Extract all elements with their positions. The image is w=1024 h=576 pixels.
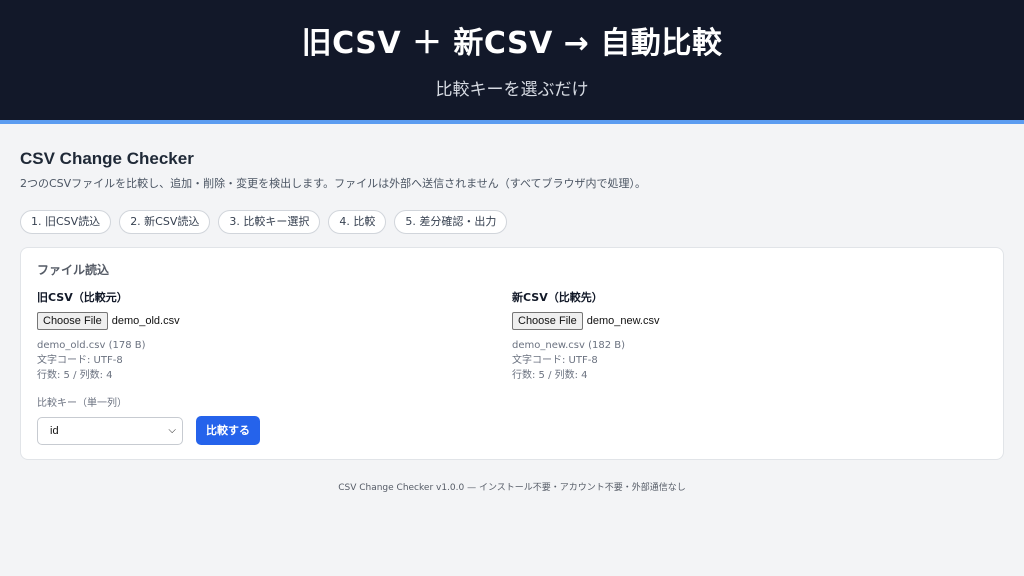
compare-key-value: id <box>50 424 59 437</box>
page-title: CSV Change Checker <box>20 149 194 168</box>
old-file-info: demo_old.csv (178 B) <box>37 340 146 351</box>
hero-title: 旧CSV ＋ 新CSV → 自動比較 <box>301 26 723 61</box>
new-csv-label: 新CSV（比較先） <box>512 291 603 304</box>
compare-button[interactable]: 比較する <box>196 416 260 445</box>
old-csv-column: 旧CSV（比較元） Choose File demo_old.csv demo_… <box>37 290 512 383</box>
old-choose-file-button[interactable]: Choose File <box>37 312 108 330</box>
old-file-name: demo_old.csv <box>111 315 180 327</box>
old-file-counts: 行数: 5 / 列数: 4 <box>37 370 113 381</box>
card-title: ファイル読込 <box>37 263 110 277</box>
step-4-compare[interactable]: 4. 比較 <box>328 210 387 234</box>
new-csv-file-input: Choose File demo_new.csv <box>512 312 987 330</box>
step-1-load-old[interactable]: 1. 旧CSV読込 <box>20 210 112 234</box>
page-description: 2つのCSVファイルを比較し、追加・削除・変更を検出します。ファイルは外部へ送信… <box>20 177 647 190</box>
main-content: CSV Change Checker 2つのCSVファイルを比較し、追加・削除・… <box>0 148 1024 495</box>
compare-key-label: 比較キー（単一列） <box>37 398 127 409</box>
step-5-review-export[interactable]: 5. 差分確認・出力 <box>394 210 508 234</box>
new-file-encoding: 文字コード: UTF-8 <box>512 355 598 366</box>
hero-banner: 旧CSV ＋ 新CSV → 自動比較 比較キーを選ぶだけ <box>0 0 1024 124</box>
step-2-load-new[interactable]: 2. 新CSV読込 <box>119 210 211 234</box>
new-file-name: demo_new.csv <box>586 315 660 327</box>
chevron-down-icon: ⌵ <box>168 424 176 436</box>
new-csv-column: 新CSV（比較先） Choose File demo_new.csv demo_… <box>512 290 987 383</box>
new-file-counts: 行数: 5 / 列数: 4 <box>512 370 588 381</box>
file-load-card: ファイル読込 旧CSV（比較元） Choose File demo_old.cs… <box>20 247 1004 460</box>
step-list: 1. 旧CSV読込 2. 新CSV読込 3. 比較キー選択 4. 比較 5. 差… <box>20 210 1004 234</box>
old-csv-label: 旧CSV（比較元） <box>37 291 128 304</box>
old-file-meta: demo_old.csv (178 B) 文字コード: UTF-8 行数: 5 … <box>37 338 512 383</box>
new-choose-file-button[interactable]: Choose File <box>512 312 583 330</box>
compare-key-row: id ⌵ 比較する <box>37 416 987 445</box>
hero-subtitle: 比較キーを選ぶだけ <box>435 80 589 100</box>
new-file-meta: demo_new.csv (182 B) 文字コード: UTF-8 行数: 5 … <box>512 338 987 383</box>
compare-key-select[interactable]: id ⌵ <box>37 416 183 445</box>
new-file-info: demo_new.csv (182 B) <box>512 340 626 351</box>
footer-text: CSV Change Checker v1.0.0 — インストール不要・アカウ… <box>338 483 686 493</box>
file-columns: 旧CSV（比較元） Choose File demo_old.csv demo_… <box>37 290 987 383</box>
old-file-encoding: 文字コード: UTF-8 <box>37 355 123 366</box>
old-csv-file-input: Choose File demo_old.csv <box>37 312 512 330</box>
step-3-select-key[interactable]: 3. 比較キー選択 <box>218 210 321 234</box>
